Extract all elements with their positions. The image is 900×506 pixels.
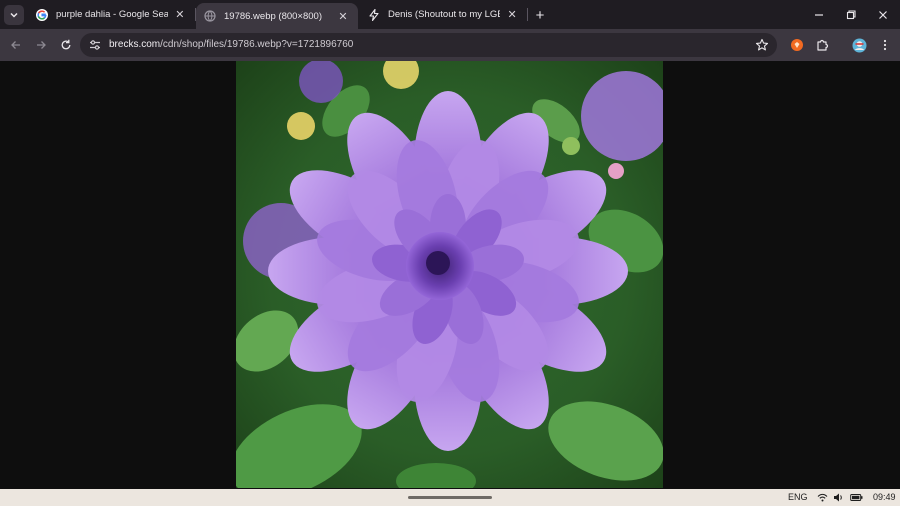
restore-icon xyxy=(846,9,856,19)
wifi-icon[interactable] xyxy=(817,492,828,503)
tab-image-active[interactable]: 19786.webp (800×800) ✕ xyxy=(196,3,358,29)
clock[interactable]: 09:49 xyxy=(873,492,896,502)
taskbar-handle[interactable] xyxy=(408,496,492,499)
battery-icon[interactable] xyxy=(850,492,863,503)
close-window-button[interactable] xyxy=(866,0,900,29)
url-text[interactable]: brecks.com/cdn/shop/files/19786.webp?v=1… xyxy=(109,39,353,50)
bookmark-star-icon[interactable] xyxy=(755,38,769,52)
plus-icon: + xyxy=(535,6,545,24)
taskbar: ENG 09:49 xyxy=(0,489,900,506)
url-host: brecks.com xyxy=(109,39,161,50)
minimize-button[interactable] xyxy=(802,0,836,29)
new-tab-button[interactable]: + xyxy=(530,5,550,25)
page-content xyxy=(0,61,900,489)
tab-title: 19786.webp (800×800) xyxy=(224,10,322,22)
profile-avatar-icon[interactable] xyxy=(851,37,867,53)
reload-icon xyxy=(61,39,71,50)
bolt-icon xyxy=(368,8,380,21)
reload-button[interactable] xyxy=(56,35,76,55)
tab-google-search[interactable]: purple dahlia - Google Search ✕ xyxy=(28,0,194,29)
site-info-icon[interactable] xyxy=(88,38,102,52)
kebab-menu-icon[interactable] xyxy=(877,37,893,53)
language-indicator[interactable]: ENG xyxy=(788,492,808,502)
brave-rewards-icon[interactable] xyxy=(789,37,805,53)
address-bar[interactable]: brecks.com/cdn/shop/files/19786.webp?v=1… xyxy=(80,33,777,57)
dahlia-image[interactable] xyxy=(236,61,663,488)
tab-title: purple dahlia - Google Search xyxy=(56,9,168,20)
tab-denis[interactable]: Denis (Shoutout to my LGBT+ ( ✕ xyxy=(360,0,526,29)
browser-window: purple dahlia - Google Search ✕ 19786.we… xyxy=(0,0,900,506)
extensions-puzzle-icon[interactable] xyxy=(814,37,830,53)
browser-toolbar: brecks.com/cdn/shop/files/19786.webp?v=1… xyxy=(0,29,900,61)
arrow-right-icon xyxy=(37,41,46,49)
close-icon xyxy=(879,10,887,19)
back-button[interactable] xyxy=(6,35,26,55)
volume-icon[interactable] xyxy=(833,492,844,503)
chevron-down-icon xyxy=(10,12,18,18)
tab-strip: purple dahlia - Google Search ✕ 19786.we… xyxy=(0,0,900,29)
minimize-icon xyxy=(815,13,823,16)
forward-button[interactable] xyxy=(31,35,51,55)
close-icon[interactable]: ✕ xyxy=(336,9,350,23)
google-icon xyxy=(36,8,48,21)
close-icon[interactable]: ✕ xyxy=(506,8,518,22)
arrow-left-icon xyxy=(11,41,20,49)
dahlia-photo xyxy=(236,61,663,488)
tab-search-button[interactable] xyxy=(4,5,24,25)
close-icon[interactable]: ✕ xyxy=(174,8,186,22)
tab-separator xyxy=(527,8,528,21)
restore-button[interactable] xyxy=(834,0,868,29)
globe-icon xyxy=(204,10,216,22)
tab-title: Denis (Shoutout to my LGBT+ ( xyxy=(388,9,500,20)
url-path: /cdn/shop/files/19786.webp?v=1721896760 xyxy=(160,39,354,50)
